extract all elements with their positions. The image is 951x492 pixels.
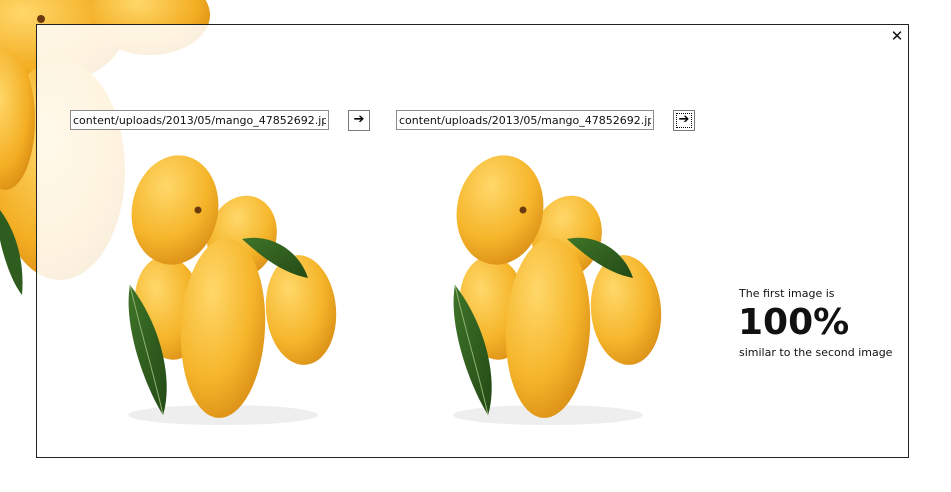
arrow-right-icon: ➔ xyxy=(353,112,365,127)
close-icon[interactable]: ✕ xyxy=(889,28,905,44)
similarity-result: The first image is 100% similar to the s… xyxy=(738,287,893,359)
result-intro-text: The first image is xyxy=(739,287,835,300)
arrow-right-icon: ➔ xyxy=(678,112,690,127)
left-image-url-input[interactable] xyxy=(70,110,329,130)
left-load-button[interactable]: ➔ xyxy=(348,110,370,131)
left-image-preview xyxy=(128,155,337,425)
right-image-preview xyxy=(453,155,662,425)
similarity-percentage: 100% xyxy=(738,302,850,343)
result-outro-text: similar to the second image xyxy=(739,346,893,359)
image-comparison-dialog: ✕ ➔ ➔ xyxy=(36,24,909,458)
right-load-button[interactable]: ➔ xyxy=(673,110,695,131)
right-image-url-input[interactable] xyxy=(396,110,654,130)
